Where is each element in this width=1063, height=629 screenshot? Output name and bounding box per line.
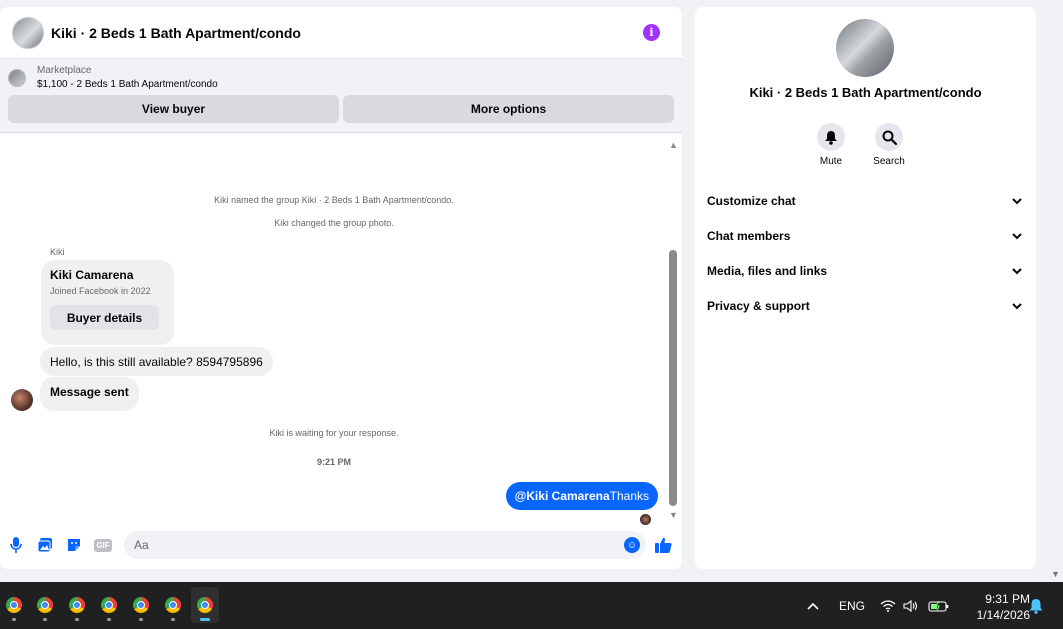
listing-label: Marketplace — [37, 65, 92, 76]
chat-members-section[interactable]: Chat members — [707, 218, 1025, 253]
chevron-up-icon — [807, 602, 819, 610]
emoji-icon[interactable]: ☺ — [624, 537, 640, 553]
chevron-down-icon — [1012, 302, 1022, 309]
section-label: Media, files and links — [707, 263, 828, 278]
scroll-up-arrow-icon[interactable]: ▲ — [669, 140, 678, 150]
battery-icon[interactable] — [928, 582, 949, 629]
chrome-icon — [165, 597, 181, 613]
chrome-icon — [69, 597, 85, 613]
message-list: Kiki named the group Kiki · 2 Beds 1 Bat… — [0, 137, 668, 525]
scroll-down-arrow-icon[interactable]: ▼ — [669, 510, 678, 520]
clock[interactable]: 9:31 PM 1/14/2026 — [950, 591, 1030, 623]
marketplace-listing: Marketplace $1,100 - 2 Beds 1 Bath Apart… — [0, 59, 682, 133]
listing-price-title[interactable]: $1,100 - 2 Beds 1 Bath Apartment/condo — [37, 79, 218, 90]
chevron-down-icon — [1012, 232, 1022, 239]
chevron-down-icon — [1012, 267, 1022, 274]
taskbar-chrome-app[interactable] — [1, 587, 27, 623]
incoming-message[interactable]: Message sent — [40, 377, 139, 411]
mute-label: Mute — [819, 156, 843, 167]
profile-card-name: Kiki Camarena — [50, 268, 134, 282]
bell-icon[interactable] — [817, 123, 845, 151]
language-indicator[interactable]: ENG — [839, 582, 865, 629]
chevron-down-icon — [1012, 197, 1022, 204]
system-message: Kiki changed the group photo. — [274, 218, 394, 228]
photo-icon[interactable] — [36, 536, 54, 554]
message-input[interactable] — [134, 538, 624, 552]
section-label: Customize chat — [707, 193, 796, 208]
chat-info-panel: Kiki · 2 Beds 1 Bath Apartment/condo Mut… — [695, 7, 1036, 569]
wifi-icon[interactable] — [880, 582, 896, 629]
chrome-icon — [37, 597, 53, 613]
section-label: Chat members — [707, 228, 791, 243]
thumbs-up-icon[interactable] — [654, 536, 672, 554]
chrome-icon — [197, 597, 213, 613]
side-panel-title: Kiki · 2 Beds 1 Bath Apartment/condo — [749, 85, 982, 100]
sender-avatar[interactable] — [11, 389, 33, 411]
taskbar-chrome-app[interactable] — [160, 587, 186, 623]
settings-accordion: Customize chat Chat members Media, files… — [707, 183, 1025, 323]
system-message: Kiki is waiting for your response. — [269, 428, 399, 438]
info-icon[interactable]: i — [643, 24, 660, 41]
microphone-icon[interactable] — [7, 536, 25, 554]
mention[interactable]: @Kiki Camarena — [515, 489, 610, 503]
search-icon[interactable] — [875, 123, 903, 151]
sender-name: Kiki — [50, 247, 65, 257]
group-photo[interactable] — [836, 19, 894, 77]
search-label: Search — [873, 156, 905, 167]
outgoing-message-text: Thanks — [609, 489, 649, 503]
view-buyer-button[interactable]: View buyer — [8, 95, 339, 123]
gif-icon[interactable]: GIF — [94, 536, 112, 554]
volume-icon[interactable] — [903, 582, 919, 629]
taskbar-chrome-app-active[interactable] — [191, 587, 219, 623]
chrome-icon — [133, 597, 149, 613]
buyer-details-button[interactable]: Buyer details — [50, 305, 159, 330]
taskbar-chrome-app[interactable] — [64, 587, 90, 623]
read-receipt-avatar — [640, 514, 651, 525]
clock-time: 9:31 PM — [985, 592, 1030, 606]
show-hidden-icons-button[interactable] — [806, 582, 820, 629]
composer: GIF ☺ — [0, 530, 682, 560]
scrollbar-thumb[interactable] — [669, 250, 677, 506]
sticker-icon[interactable] — [65, 536, 83, 554]
message-input-wrapper: ☺ — [124, 531, 646, 559]
more-options-button[interactable]: More options — [343, 95, 674, 123]
taskbar-chrome-app[interactable] — [128, 587, 154, 623]
message-timestamp: 9:21 PM — [316, 457, 351, 467]
chat-header: Kiki · 2 Beds 1 Bath Apartment/condo i — [0, 7, 682, 59]
taskbar-chrome-app[interactable] — [32, 587, 58, 623]
taskbar: ENG 9:31 PM 1/14/2026 — [0, 582, 1063, 629]
customize-chat-section[interactable]: Customize chat — [707, 183, 1025, 218]
mute-button[interactable]: Mute — [811, 123, 851, 167]
group-avatar[interactable] — [12, 16, 44, 49]
system-message: Kiki named the group Kiki · 2 Beds 1 Bat… — [214, 195, 454, 205]
media-files-links-section[interactable]: Media, files and links — [707, 253, 1025, 288]
outgoing-message[interactable]: @Kiki Camarena Thanks — [505, 482, 658, 510]
chat-title[interactable]: Kiki · 2 Beds 1 Bath Apartment/condo — [51, 25, 643, 41]
notification-bell-icon[interactable] — [1028, 582, 1044, 629]
chrome-icon — [101, 597, 117, 613]
taskbar-chrome-app[interactable] — [96, 587, 122, 623]
profile-card-subtitle: Joined Facebook in 2022 — [50, 286, 151, 296]
section-label: Privacy & support — [707, 298, 810, 313]
chat-panel: Kiki · 2 Beds 1 Bath Apartment/condo i M… — [0, 7, 682, 569]
profile-card: Kiki Camarena Joined Facebook in 2022 Bu… — [41, 260, 174, 345]
listing-thumbnail[interactable] — [8, 68, 26, 87]
chrome-icon — [6, 597, 22, 613]
page-scroll-down-arrow-icon[interactable]: ▼ — [1051, 569, 1060, 579]
scrollbar[interactable]: ▲ ▼ — [668, 140, 679, 520]
incoming-message[interactable]: Hello, is this still available? 85947958… — [40, 347, 273, 376]
privacy-support-section[interactable]: Privacy & support — [707, 288, 1025, 323]
clock-date: 1/14/2026 — [976, 608, 1030, 622]
search-button[interactable]: Search — [869, 123, 909, 167]
